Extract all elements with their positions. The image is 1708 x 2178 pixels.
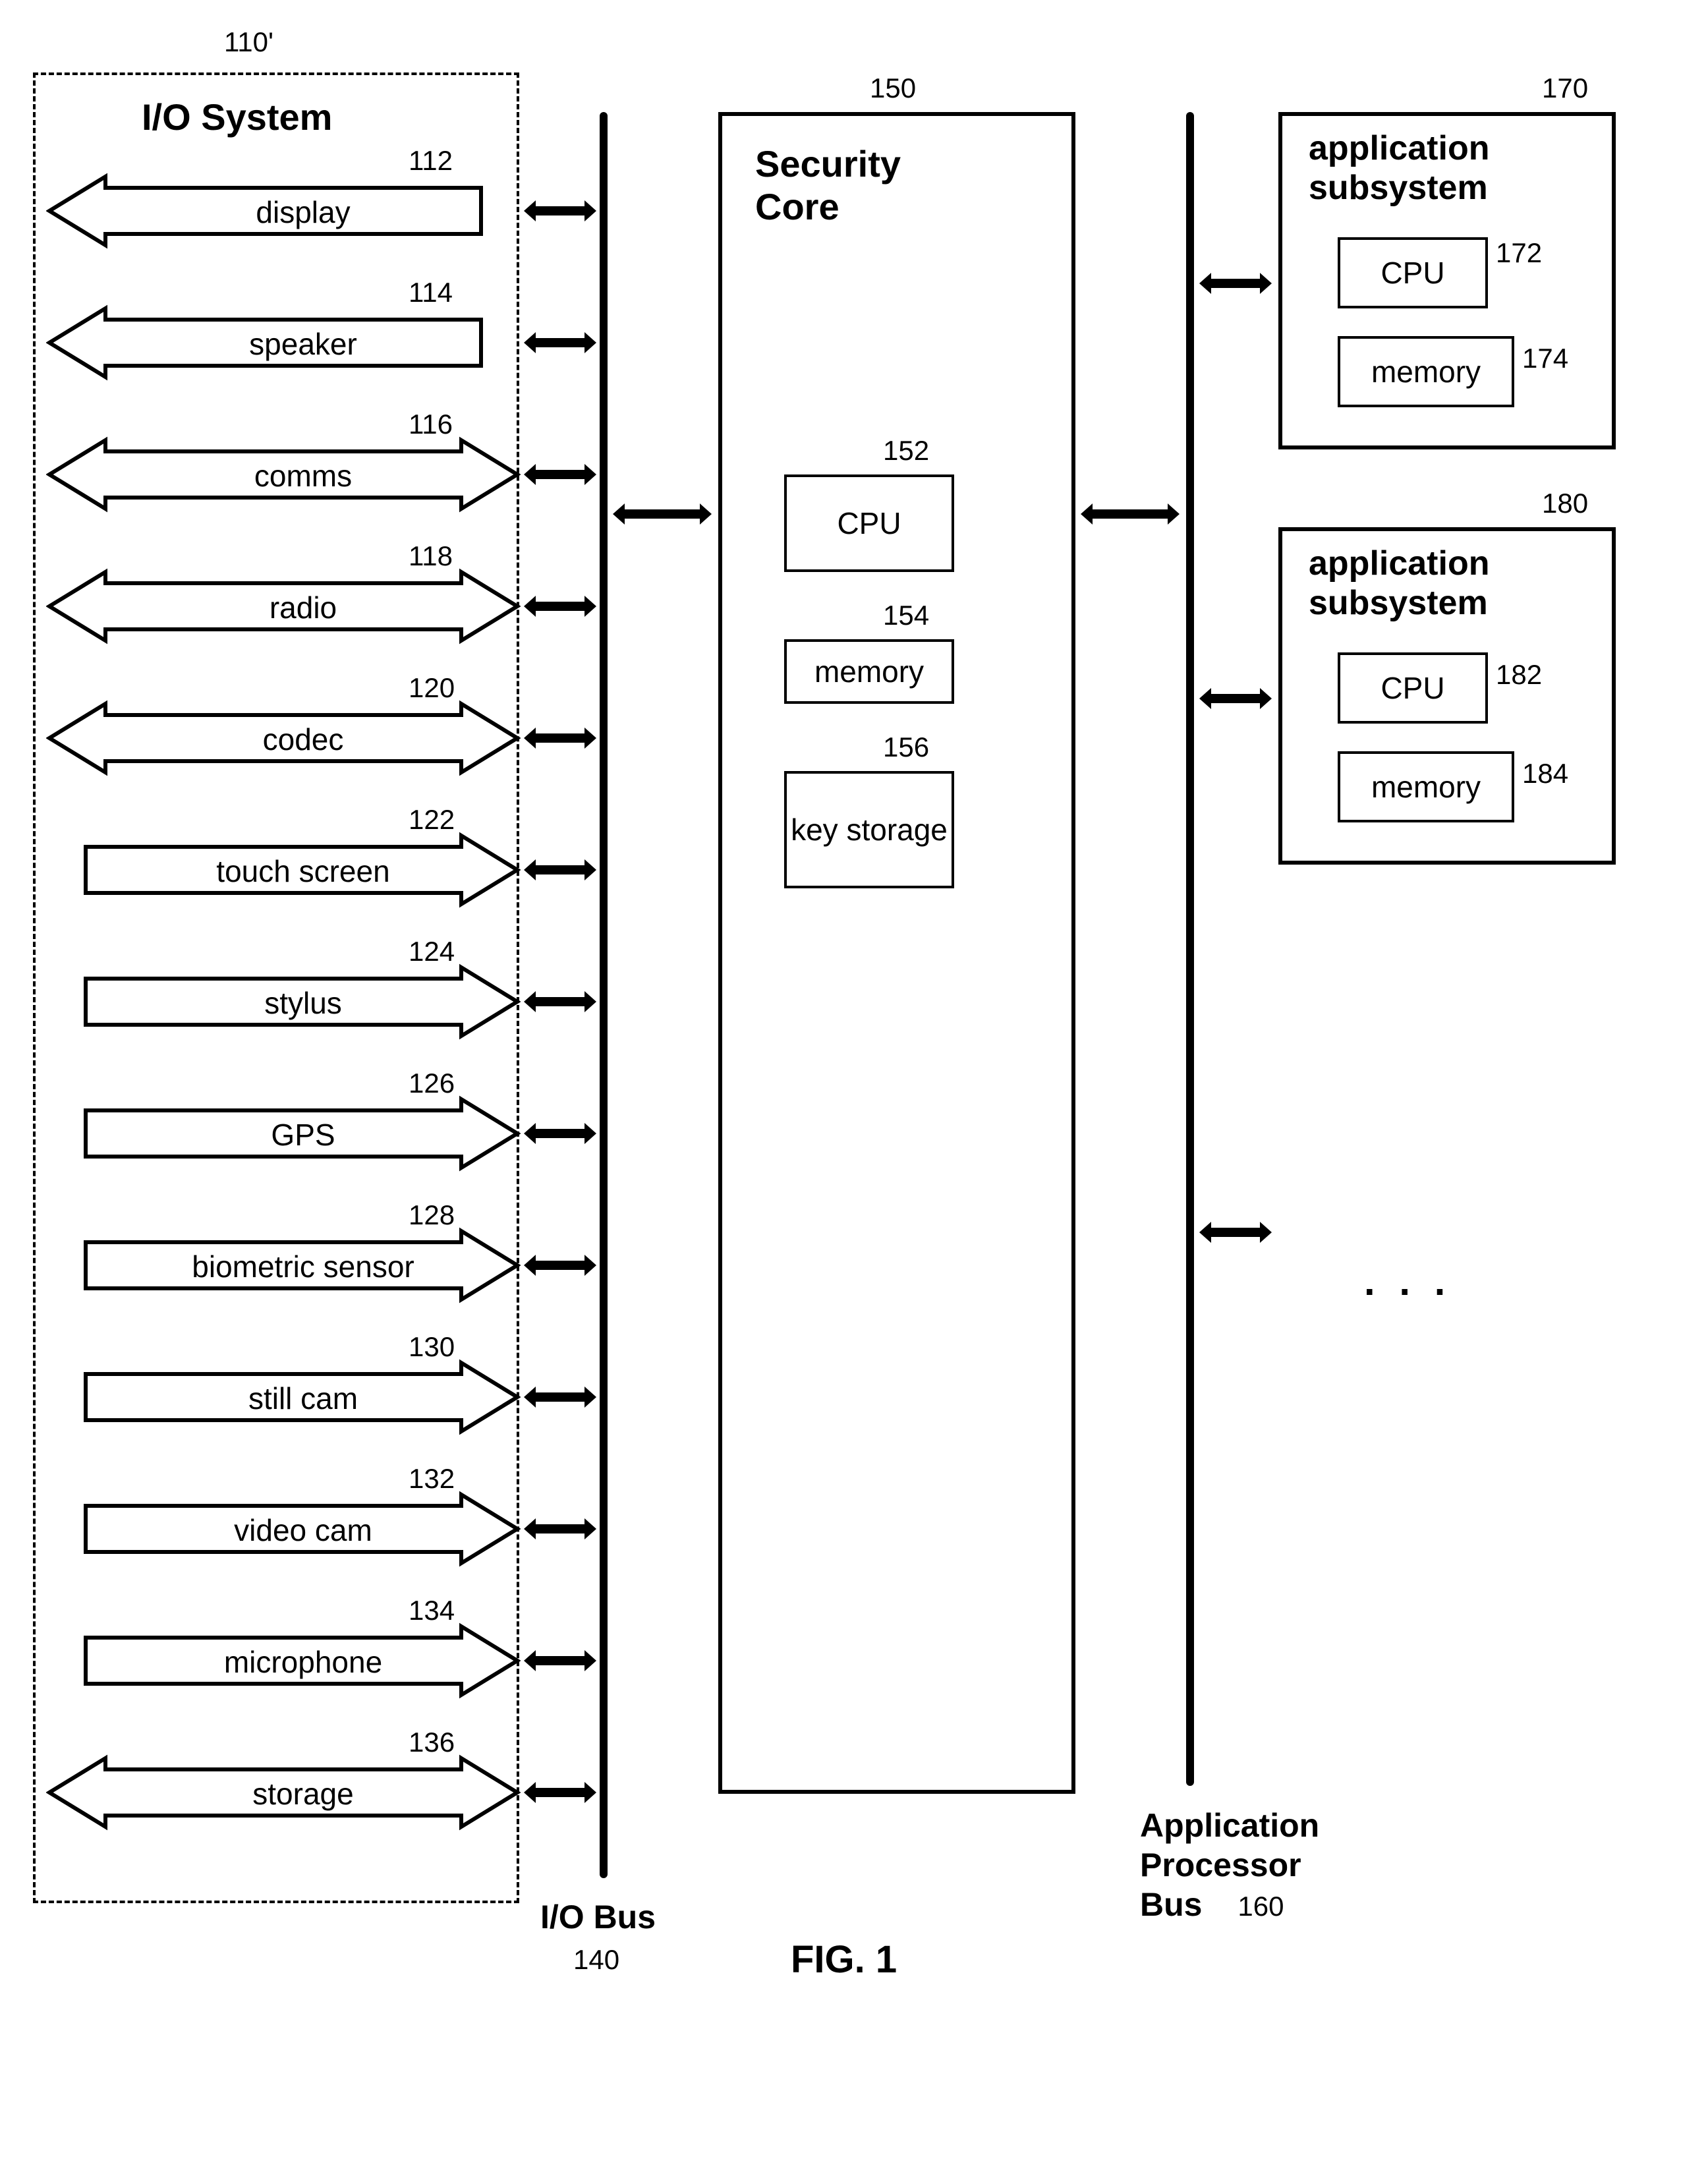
io-item-speaker: speaker114 [46, 297, 521, 389]
security-core-box: SecurityCore [718, 112, 1075, 1794]
io-bus-ref: 140 [573, 1944, 619, 1976]
arrow-appbus-app2 [1199, 685, 1272, 712]
io-connector-arrow [524, 725, 596, 751]
io-item-label: storage [185, 1776, 422, 1812]
app-bus-label: Application Processor Bus 160 [1140, 1806, 1319, 1924]
io-item-ref: 122 [409, 804, 455, 836]
io-item-ref: 130 [409, 1331, 455, 1363]
app2-title: application subsystem [1309, 544, 1489, 623]
io-item-GPS: GPS126 [46, 1087, 521, 1180]
app1-mem-ref: 174 [1522, 343, 1568, 374]
app2-ref: 180 [1542, 488, 1588, 519]
app1-mem-box: memory [1338, 336, 1514, 407]
sec-key-box: key storage [784, 771, 954, 888]
io-item-still-cam: still cam130 [46, 1351, 521, 1443]
io-item-ref: 112 [409, 145, 453, 177]
sec-mem-ref: 154 [883, 600, 929, 631]
ellipsis: . . . [1364, 1259, 1452, 1304]
figure-label: FIG. 1 [791, 1937, 897, 1982]
io-item-label: GPS [185, 1117, 422, 1153]
io-connector-arrow [524, 857, 596, 883]
io-item-ref: 120 [409, 672, 455, 704]
io-item-ref: 132 [409, 1463, 455, 1495]
app2-title2: subsystem [1309, 584, 1489, 623]
app1-cpu-box: CPU [1338, 237, 1488, 308]
io-connector-arrow [524, 989, 596, 1015]
io-item-label: codec [185, 722, 422, 757]
io-connector-arrow [524, 461, 596, 488]
security-core-title-text: SecurityCore [755, 142, 901, 228]
io-system-ref: 110' [224, 26, 273, 58]
app1-cpu-ref: 172 [1496, 237, 1542, 269]
app-bus-label1: Application [1140, 1806, 1319, 1845]
io-item-display: display112 [46, 165, 521, 257]
app1-title2: subsystem [1309, 169, 1489, 208]
io-item-video-cam: video cam132 [46, 1483, 521, 1575]
io-item-touch-screen: touch screen122 [46, 824, 521, 916]
io-bus-line [600, 112, 608, 1878]
arrow-appbus-app1 [1199, 270, 1272, 297]
io-connector-arrow [524, 1252, 596, 1278]
io-connector-arrow [524, 1648, 596, 1674]
sec-mem-box: memory [784, 639, 954, 704]
sec-key-ref: 156 [883, 731, 929, 763]
app2-title1: application [1309, 544, 1489, 584]
io-connector-arrow [524, 198, 596, 224]
io-item-ref: 136 [409, 1727, 455, 1758]
arrow-seccore-appbus [1081, 501, 1180, 527]
io-item-label: stylus [185, 985, 422, 1021]
io-item-label: radio [185, 590, 422, 625]
io-item-label: still cam [185, 1381, 422, 1416]
io-item-ref: 134 [409, 1595, 455, 1626]
io-connector-arrow [524, 1120, 596, 1147]
app-bus-label2: Processor [1140, 1845, 1319, 1885]
app-bus-ref: 160 [1238, 1891, 1284, 1922]
io-item-biometric-sensor: biometric sensor128 [46, 1219, 521, 1311]
io-item-label: touch screen [185, 853, 422, 889]
app2-mem-ref: 184 [1522, 758, 1568, 789]
io-item-ref: 114 [409, 277, 453, 308]
app1-title1: application [1309, 129, 1489, 169]
sec-cpu-ref: 152 [883, 435, 929, 467]
arrow-iobus-seccore [613, 501, 712, 527]
io-item-ref: 128 [409, 1199, 455, 1231]
io-connector-arrow [524, 593, 596, 619]
io-item-radio: radio118 [46, 560, 521, 652]
app2-cpu-ref: 182 [1496, 659, 1542, 691]
app2-mem-box: memory [1338, 751, 1514, 822]
io-item-label: biometric sensor [185, 1249, 422, 1284]
io-connector-arrow [524, 330, 596, 356]
security-core-ref: 150 [870, 72, 916, 104]
io-item-ref: 118 [409, 540, 453, 572]
security-core-title-1: SecurityCore [755, 142, 901, 228]
io-item-label: microphone [185, 1644, 422, 1680]
io-item-label: speaker [185, 326, 422, 362]
io-connector-arrow [524, 1384, 596, 1410]
io-item-codec: codec120 [46, 692, 521, 784]
app-bus-line [1186, 112, 1194, 1786]
app2-cpu-box: CPU [1338, 652, 1488, 724]
io-item-label: display [185, 194, 422, 230]
io-connector-arrow [524, 1779, 596, 1806]
io-connector-arrow [524, 1516, 596, 1542]
io-item-ref: 124 [409, 936, 455, 967]
io-item-label: video cam [185, 1512, 422, 1548]
sec-cpu-box: CPU [784, 474, 954, 572]
io-item-storage: storage136 [46, 1746, 521, 1839]
io-item-ref: 126 [409, 1068, 455, 1099]
io-item-label: comms [185, 458, 422, 494]
app1-ref: 170 [1542, 72, 1588, 104]
app1-title: application subsystem [1309, 129, 1489, 208]
io-item-comms: comms116 [46, 428, 521, 521]
app-bus-label3: Bus [1140, 1885, 1202, 1924]
arrow-appbus-ellipsis [1199, 1219, 1272, 1246]
diagram-canvas: 110' I/O System I/O Bus 140 150 Security… [26, 26, 1674, 2135]
io-item-ref: 116 [409, 409, 453, 440]
io-bus-label: I/O Bus [540, 1898, 656, 1936]
io-item-stylus: stylus124 [46, 956, 521, 1048]
io-item-microphone: microphone134 [46, 1615, 521, 1707]
